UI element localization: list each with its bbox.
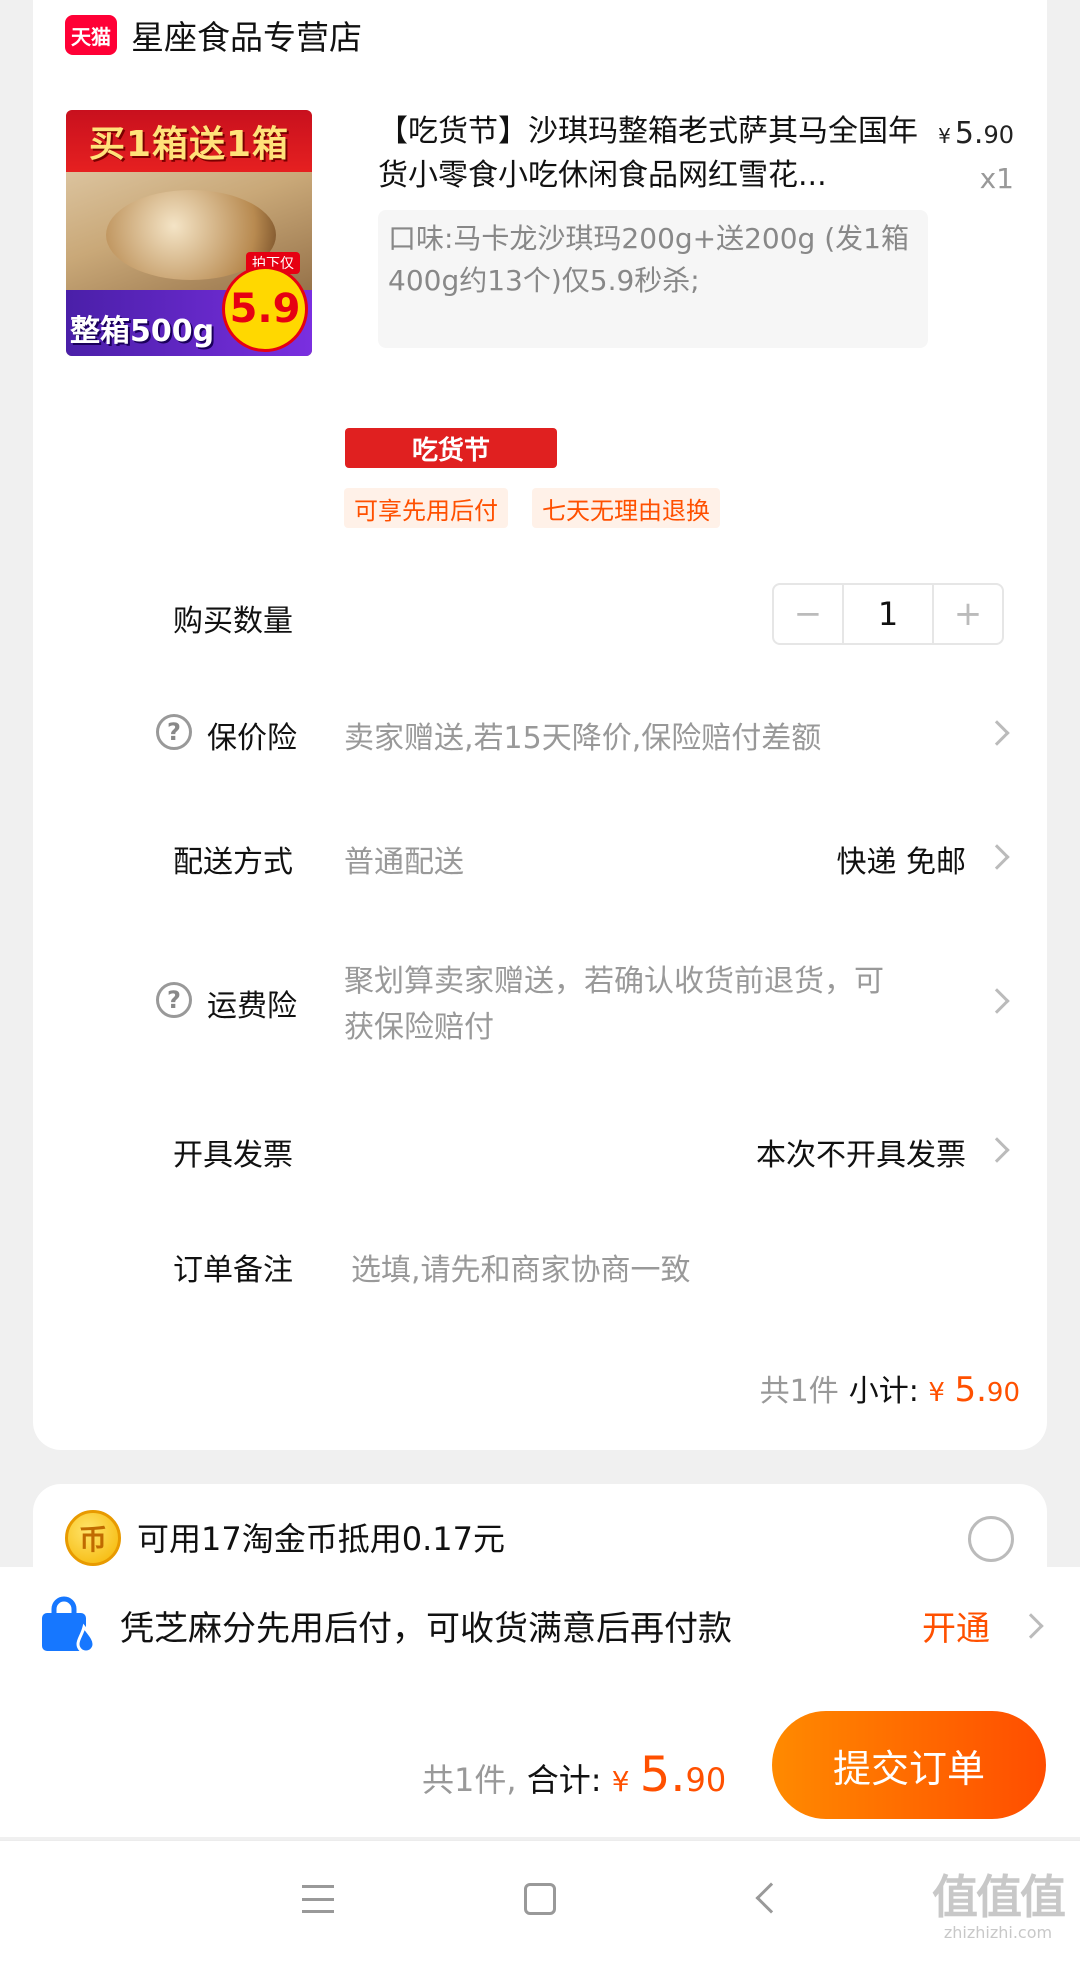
- total-decimal: 90: [685, 1761, 727, 1799]
- shopping-bag-icon: [42, 1596, 96, 1654]
- enable-pay-later-button[interactable]: 开通: [922, 1601, 990, 1650]
- price-protect-value[interactable]: 卖家赠送,若15天降价,保险赔付差额: [344, 713, 821, 757]
- price-protect-label: 保价险: [207, 721, 297, 756]
- back-icon[interactable]: [755, 1882, 787, 1914]
- subtotal: 共1件 小计: ¥ 5.90: [760, 1366, 1020, 1410]
- subtotal-decimal: 90: [986, 1378, 1020, 1408]
- order-note-label: 订单备注: [173, 1253, 293, 1288]
- help-icon[interactable]: ?: [156, 714, 192, 750]
- subtotal-label: 小计:: [848, 1374, 919, 1409]
- product-title[interactable]: 【吃货节】沙琪玛整箱老式萨其马全国年货小零食小吃休闲食品网红雪花...: [378, 110, 928, 198]
- product-price: ¥5.90: [938, 116, 1014, 151]
- decrease-button[interactable]: −: [774, 585, 842, 643]
- product-image-weight-text: 整箱500g: [70, 314, 215, 349]
- watermark-logo: 值值值: [932, 1870, 1066, 1924]
- subtotal-count: 共1件: [759, 1374, 839, 1409]
- invoice-label: 开具发票: [173, 1138, 293, 1173]
- pay-later-text: 凭芝麻分先用后付，可收货满意后再付款: [120, 1609, 732, 1649]
- price-currency: ¥: [938, 124, 951, 148]
- product-image-banner: 买1箱送1箱: [66, 110, 312, 172]
- store-name[interactable]: 星座食品专营店: [131, 11, 362, 59]
- checkout-bar: 凭芝麻分先用后付，可收货满意后再付款 开通 共1件, 合计: ¥ 5.90 提交…: [0, 1567, 1080, 1837]
- delivery-option[interactable]: 快递 免邮: [760, 837, 966, 881]
- total-count: 共1件,: [422, 1761, 517, 1799]
- chevron-right-icon[interactable]: [1018, 1613, 1044, 1639]
- watermark: 值值值 zhizhizhi.com: [928, 1861, 1068, 1942]
- sku-description[interactable]: 口味:马卡龙沙琪玛200g+送200g (发1箱400g约13个)仅5.9秒杀;: [378, 210, 928, 348]
- product-image-price: 5.9: [229, 286, 301, 332]
- invoice-value[interactable]: 本次不开具发票: [660, 1130, 966, 1174]
- coins-radio[interactable]: [968, 1516, 1014, 1562]
- quantity-label: 购买数量: [173, 604, 293, 639]
- home-icon[interactable]: [524, 1883, 556, 1915]
- freight-insurance-label: 运费险: [207, 989, 297, 1024]
- tmall-logo-icon: 天猫: [65, 15, 117, 55]
- coin-icon: 币: [65, 1510, 121, 1566]
- total-label: 合计:: [526, 1761, 602, 1799]
- total-price: ¥ 5.90: [611, 1747, 727, 1803]
- subtotal-integer: 5.: [954, 1370, 987, 1410]
- quantity-stepper[interactable]: − 1 +: [772, 583, 1004, 645]
- watermark-url: zhizhizhi.com: [943, 1923, 1053, 1942]
- price-integer: 5.: [954, 116, 984, 151]
- quantity-value[interactable]: 1: [842, 585, 934, 643]
- product-quantity: x1: [979, 162, 1014, 195]
- coins-offer-text: 可用17淘金币抵用0.17元: [137, 1520, 505, 1558]
- order-note-input[interactable]: 选填,请先和商家协商一致: [351, 1245, 691, 1289]
- freight-insurance-line2[interactable]: 获保险赔付: [344, 1005, 494, 1051]
- service-tag-return: 七天无理由退换: [532, 488, 720, 528]
- help-icon[interactable]: ?: [156, 982, 192, 1018]
- subtotal-currency: ¥: [928, 1378, 945, 1408]
- subtotal-price: ¥ 5.90: [928, 1370, 1020, 1410]
- product-image-price-burst: 5.9: [222, 266, 308, 352]
- product-image-banner-text: 买1箱送1箱: [88, 124, 290, 165]
- store-header[interactable]: 天猫 星座食品专营店: [65, 12, 362, 58]
- product-image[interactable]: 买1箱送1箱 整箱500g 拍下仅 5.9: [66, 110, 312, 356]
- freight-insurance-line1[interactable]: 聚划算卖家赠送，若确认收货前退货，可: [344, 959, 884, 1005]
- increase-button[interactable]: +: [934, 585, 1002, 643]
- total-currency: ¥: [611, 1765, 630, 1798]
- delivery-method[interactable]: 普通配送: [344, 837, 464, 881]
- service-tag-pay-later: 可享先用后付: [344, 488, 508, 528]
- price-decimal: 90: [983, 121, 1014, 149]
- delivery-label: 配送方式: [173, 845, 293, 880]
- total-integer: 5.: [639, 1747, 686, 1803]
- menu-icon[interactable]: [302, 1885, 334, 1913]
- system-nav-bar: 值值值 zhizhizhi.com: [0, 1840, 1080, 1969]
- order-total: 共1件, 合计: ¥ 5.90: [422, 1747, 726, 1803]
- promo-banner: 吃货节: [345, 428, 557, 468]
- submit-order-button[interactable]: 提交订单: [772, 1711, 1046, 1819]
